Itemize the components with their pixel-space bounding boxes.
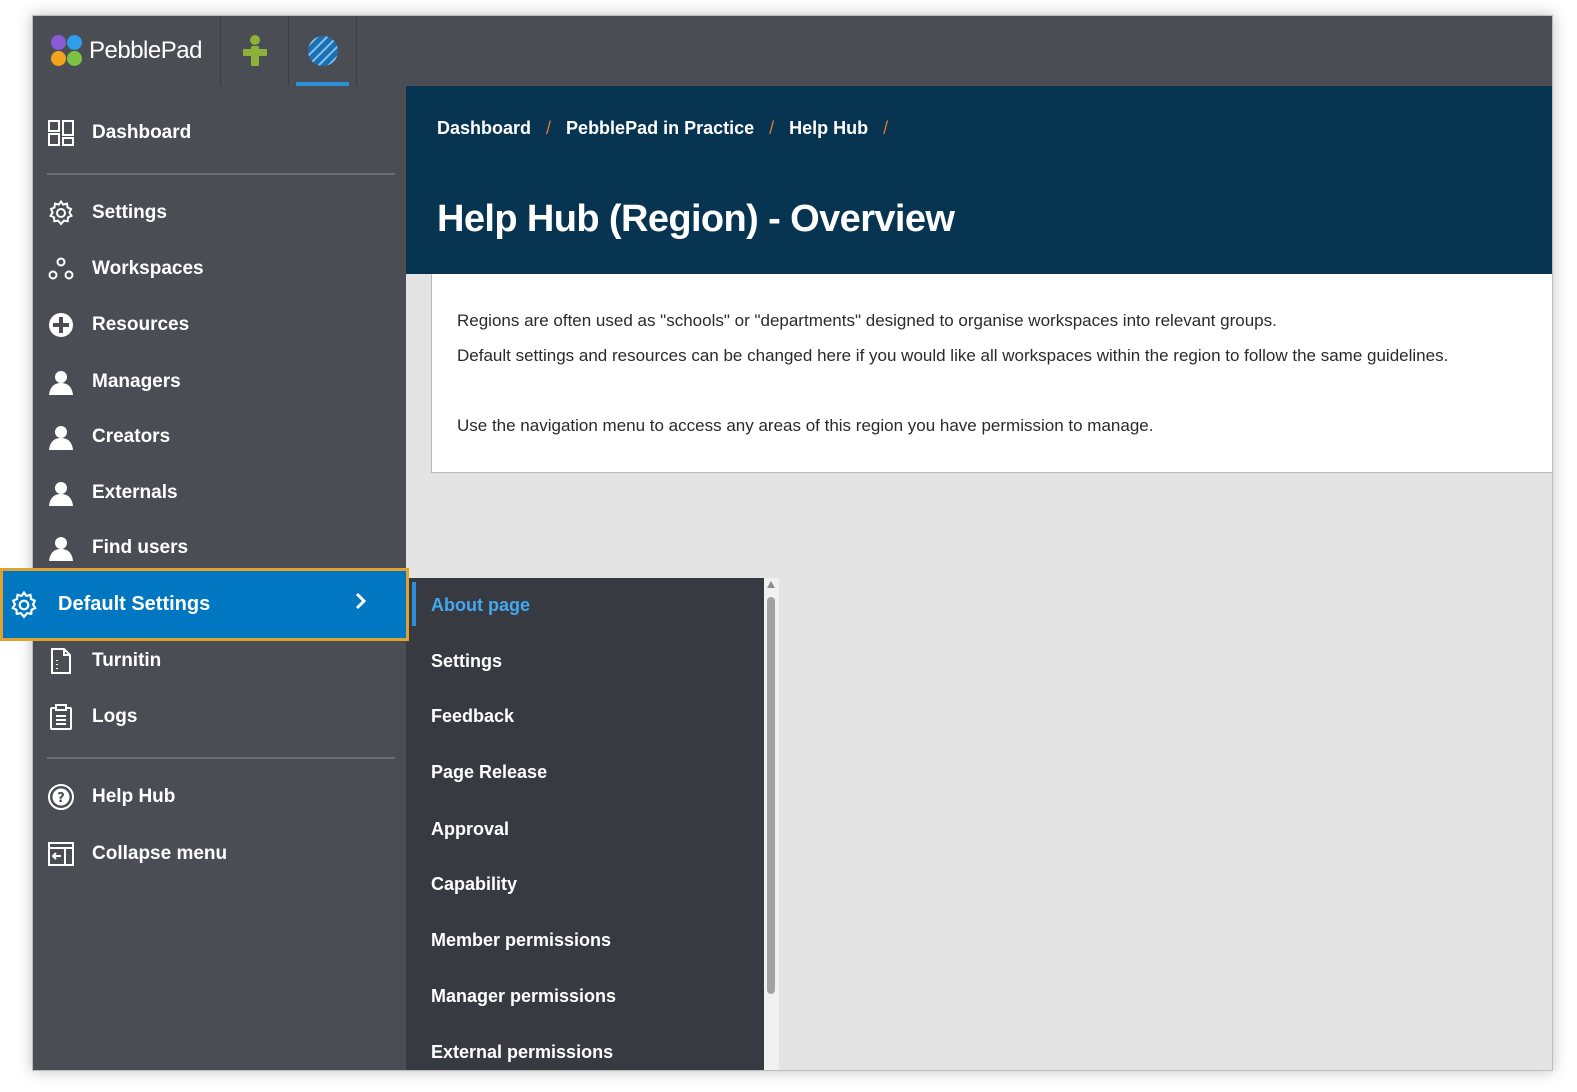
sidebar-item-label: Collapse menu [92,843,228,864]
sidebar-item-label: Dashboard [92,122,192,143]
sidebar-item-label: Managers [92,371,181,392]
sidebar-item-settings[interactable]: Settings [33,191,406,235]
collapse-icon [47,840,75,868]
breadcrumb-separator: / [883,118,889,138]
top-bar: PebblePad [33,16,1552,86]
sidebar-item-label: Default Settings [58,593,211,615]
overview-text-line: Default settings and resources can be ch… [457,346,1449,365]
sidebar-item-label: Help Hub [92,786,176,807]
submenu-scrollbar[interactable] [764,578,779,1070]
gear-icon [47,199,75,227]
sidebar-item-collapse-menu[interactable]: Collapse menu [33,832,406,876]
pebblepad-logo-icon [51,35,83,67]
sidebar-item-label: Find users [92,537,189,558]
submenu-item-page-release[interactable]: Page Release [431,762,547,783]
breadcrumb-link-help-hub[interactable]: Help Hub [789,118,868,139]
sidebar-item-label: Resources [92,314,190,335]
default-settings-submenu: About page Settings Feedback Page Releas… [406,578,764,1070]
submenu-item-member-permissions[interactable]: Member permissions [431,930,611,951]
submenu-item-settings[interactable]: Settings [431,651,502,672]
sidebar-divider [47,173,395,175]
sidebar-item-managers[interactable]: Managers [33,360,406,404]
page-header: Dashboard / PebblePad in Practice / Help… [406,86,1552,274]
sidebar-item-label: Workspaces [92,258,204,279]
workspaces-icon [47,255,75,283]
scrollbar-thumb[interactable] [767,597,775,994]
sidebar-item-help-hub[interactable]: ? Help Hub [33,775,406,819]
sidebar-item-label: Logs [92,706,138,727]
sidebar-item-label: Externals [92,482,178,503]
document-icon [47,647,75,675]
sidebar-item-label: Creators [92,426,171,447]
sidebar-item-externals[interactable]: Externals [33,471,406,515]
sidebar-item-find-users[interactable]: Find users [33,526,406,570]
app-tab-atlas[interactable] [289,16,357,86]
person-icon [47,423,75,451]
sidebar-item-resources[interactable]: Resources [33,303,406,347]
sidebar-item-logs[interactable]: Logs [33,695,406,739]
atlas-globe-icon [307,36,338,66]
sidebar-item-default-settings[interactable]: Default Settings [0,568,409,641]
pebblepad-logo[interactable]: PebblePad [33,16,221,86]
submenu-item-capability[interactable]: Capability [431,874,517,895]
gear-icon [9,590,39,620]
page-title: Help Hub (Region) - Overview [437,198,955,240]
overview-text-line: Use the navigation menu to access any ar… [457,416,1154,435]
pebblepad-person-icon [242,35,267,66]
person-icon [47,368,75,396]
submenu-item-external-permissions[interactable]: External permissions [431,1042,613,1063]
chevron-right-icon [354,591,368,617]
svg-text:?: ? [57,791,65,806]
breadcrumb-separator: / [769,118,775,138]
breadcrumb: Dashboard / PebblePad in Practice / Help… [437,118,903,139]
active-indicator [412,582,416,626]
sidebar-item-dashboard[interactable]: Dashboard [33,111,406,155]
person-icon [47,479,75,507]
help-icon: ? [47,783,75,811]
breadcrumb-link-dashboard[interactable]: Dashboard [437,118,531,139]
submenu-item-approval[interactable]: Approval [431,819,509,840]
dashboard-icon [47,119,75,147]
overview-card: Regions are often used as "schools" or "… [431,274,1552,473]
breadcrumb-separator: / [546,118,552,138]
submenu-item-about-page[interactable]: About page [431,595,530,616]
submenu-item-feedback[interactable]: Feedback [431,706,514,727]
sidebar-item-label: Settings [92,202,167,223]
sidebar-item-turnitin[interactable]: Turnitin [33,639,406,683]
submenu-item-manager-permissions[interactable]: Manager permissions [431,986,616,1007]
sidebar-item-workspaces[interactable]: Workspaces [33,247,406,291]
resources-icon [47,311,75,339]
breadcrumb-link-pebblepad-in-practice[interactable]: PebblePad in Practice [566,118,754,139]
sidebar-divider [47,757,395,759]
scroll-up-arrow-icon[interactable] [767,581,775,588]
clipboard-icon [47,703,75,731]
logo-text: PebblePad [89,37,202,64]
overview-text-line: Regions are often used as "schools" or "… [457,311,1277,330]
person-icon [47,534,75,562]
sidebar-item-label: Turnitin [92,650,162,671]
app-window: PebblePad Dashboard Settings Workspaces … [32,15,1553,1071]
sidebar-item-creators[interactable]: Creators [33,415,406,459]
app-tab-pebblepad[interactable] [221,16,289,86]
